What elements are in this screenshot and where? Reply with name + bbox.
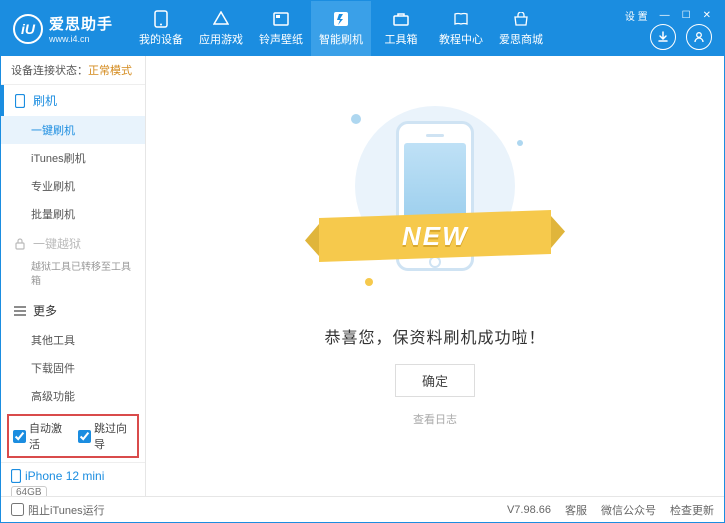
section-label: 一键越狱 bbox=[33, 235, 81, 252]
device-name-text: iPhone 12 mini bbox=[25, 469, 104, 483]
checkbox-label: 跳过向导 bbox=[94, 420, 133, 452]
device-storage: 64GB bbox=[11, 486, 47, 496]
nav-label: 教程中心 bbox=[439, 31, 483, 47]
sidebar-item-batch-flash[interactable]: 批量刷机 bbox=[1, 200, 145, 228]
checkbox-label: 自动激活 bbox=[29, 420, 68, 452]
download-icon bbox=[656, 30, 670, 44]
sidebar-item-other-tools[interactable]: 其他工具 bbox=[1, 326, 145, 354]
download-button[interactable] bbox=[650, 24, 676, 50]
nav-label: 我的设备 bbox=[139, 31, 183, 47]
flash-options-highlight: 自动激活 跳过向导 bbox=[7, 414, 139, 458]
account-button[interactable] bbox=[686, 24, 712, 50]
store-icon bbox=[512, 10, 530, 28]
skip-guide-input[interactable] bbox=[78, 430, 91, 443]
phone-icon bbox=[152, 10, 170, 28]
success-message: 恭喜您，保资料刷机成功啦！ bbox=[324, 324, 545, 348]
window-controls: 设 置 — ☐ ✕ bbox=[622, 7, 714, 24]
phone-icon bbox=[13, 94, 27, 108]
sidebar-item-advanced[interactable]: 高级功能 bbox=[1, 382, 145, 410]
view-log-link[interactable]: 查看日志 bbox=[413, 411, 457, 427]
checkbox-auto-activate[interactable]: 自动激活 bbox=[13, 420, 68, 452]
nav-label: 铃声壁纸 bbox=[259, 31, 303, 47]
sidebar-item-itunes-flash[interactable]: iTunes刷机 bbox=[1, 144, 145, 172]
nav-label: 工具箱 bbox=[385, 31, 418, 47]
status-label: 设备连接状态： bbox=[11, 65, 88, 77]
phone-icon bbox=[11, 469, 21, 483]
top-nav: 我的设备 应用游戏 铃声壁纸 智能刷机 工具箱 教程中心 bbox=[131, 1, 551, 56]
flash-icon bbox=[332, 10, 350, 28]
lock-icon bbox=[13, 237, 27, 251]
device-name: iPhone 12 mini bbox=[11, 469, 135, 483]
user-icon bbox=[692, 30, 706, 44]
sidebar-item-pro-flash[interactable]: 专业刷机 bbox=[1, 172, 145, 200]
jailbreak-note: 越狱工具已转移至工具箱 bbox=[1, 259, 145, 295]
status-mode: 正常模式 bbox=[88, 65, 132, 77]
more-icon bbox=[13, 304, 27, 318]
support-link[interactable]: 客服 bbox=[565, 502, 587, 518]
main-content: NEW 恭喜您，保资料刷机成功啦！ 确定 查看日志 bbox=[146, 56, 724, 496]
nav-toolbox[interactable]: 工具箱 bbox=[371, 1, 431, 56]
brand-title: 爱思助手 bbox=[49, 13, 113, 34]
nav-label: 应用游戏 bbox=[199, 31, 243, 47]
close-button[interactable]: ✕ bbox=[700, 9, 714, 22]
check-update-link[interactable]: 检查更新 bbox=[670, 502, 714, 518]
checkbox-label: 阻止iTunes运行 bbox=[28, 502, 105, 518]
block-itunes-checkbox[interactable]: 阻止iTunes运行 bbox=[11, 502, 105, 518]
block-itunes-input[interactable] bbox=[11, 503, 24, 516]
nav-label: 爱思商城 bbox=[499, 31, 543, 47]
brand-logo-icon: iU bbox=[13, 14, 43, 44]
nav-tutorials[interactable]: 教程中心 bbox=[431, 1, 491, 56]
toolbox-icon bbox=[392, 10, 410, 28]
brand: iU 爱思助手 www.i4.cn bbox=[1, 1, 125, 56]
footer: 阻止iTunes运行 V7.98.66 客服 微信公众号 检查更新 bbox=[1, 496, 724, 522]
settings-button[interactable]: 设 置 bbox=[622, 7, 651, 24]
nav-my-device[interactable]: 我的设备 bbox=[131, 1, 191, 56]
apps-icon bbox=[212, 10, 230, 28]
sidebar-item-download-firmware[interactable]: 下载固件 bbox=[1, 354, 145, 382]
sidebar-section-flash[interactable]: 刷机 bbox=[1, 85, 145, 116]
success-illustration: NEW bbox=[345, 96, 525, 296]
sidebar-section-more[interactable]: 更多 bbox=[1, 295, 145, 326]
device-status: 设备连接状态：正常模式 bbox=[1, 56, 145, 85]
ok-button[interactable]: 确定 bbox=[395, 364, 475, 397]
auto-activate-input[interactable] bbox=[13, 430, 26, 443]
version-label: V7.98.66 bbox=[507, 504, 551, 516]
wallpaper-icon bbox=[272, 10, 290, 28]
minimize-button[interactable]: — bbox=[657, 9, 673, 22]
nav-store[interactable]: 爱思商城 bbox=[491, 1, 551, 56]
nav-apps[interactable]: 应用游戏 bbox=[191, 1, 251, 56]
sidebar-section-jailbreak: 一键越狱 bbox=[1, 228, 145, 259]
wechat-link[interactable]: 微信公众号 bbox=[601, 502, 656, 518]
sidebar-item-oneclick-flash[interactable]: 一键刷机 bbox=[1, 116, 145, 144]
section-label: 刷机 bbox=[33, 92, 57, 109]
brand-subtitle: www.i4.cn bbox=[49, 34, 113, 44]
ribbon-text: NEW bbox=[402, 221, 469, 252]
nav-label: 智能刷机 bbox=[319, 31, 363, 47]
nav-ringtones[interactable]: 铃声壁纸 bbox=[251, 1, 311, 56]
section-label: 更多 bbox=[33, 302, 57, 319]
sidebar: 设备连接状态：正常模式 刷机 一键刷机 iTunes刷机 专业刷机 批量刷机 一… bbox=[1, 56, 146, 496]
book-icon bbox=[452, 10, 470, 28]
checkbox-skip-guide[interactable]: 跳过向导 bbox=[78, 420, 133, 452]
new-ribbon: NEW bbox=[319, 210, 551, 262]
nav-smart-flash[interactable]: 智能刷机 bbox=[311, 1, 371, 56]
device-block[interactable]: iPhone 12 mini 64GB Down-12mini-13,1 bbox=[1, 462, 145, 496]
app-header: iU 爱思助手 www.i4.cn 我的设备 应用游戏 铃声壁纸 智能刷机 bbox=[1, 1, 724, 56]
maximize-button[interactable]: ☐ bbox=[679, 9, 694, 22]
